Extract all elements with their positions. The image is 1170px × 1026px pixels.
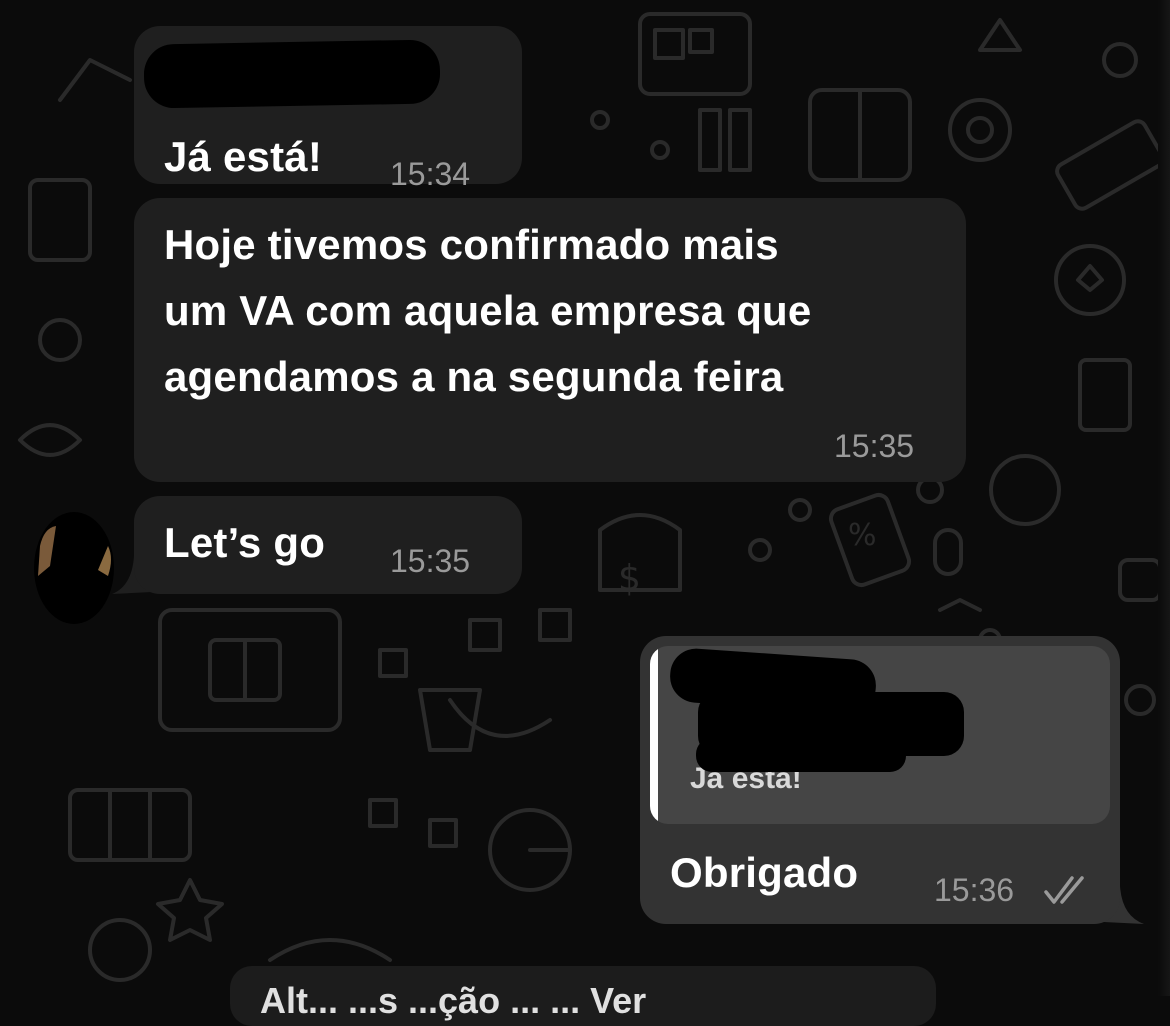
message-bubble-outgoing[interactable]: Já está! Obrigado 15:36	[640, 636, 1120, 924]
system-banner[interactable]: Alt... ...s ...ção ... ... Ver	[230, 966, 936, 1026]
message-line: Hoje tivemos confirmado mais	[164, 221, 779, 268]
redacted-quote-sender	[696, 738, 906, 772]
avatar[interactable]	[18, 506, 114, 624]
message-text: Let’s go	[164, 519, 326, 566]
message-text: Hoje tivemos confirmado mais um VA com a…	[164, 212, 944, 410]
message-text: Obrigado	[670, 849, 859, 896]
double-check-icon	[1044, 876, 1084, 904]
message-timestamp: 15:35	[390, 543, 471, 579]
quote-bar	[650, 646, 658, 824]
svg-text:$: $	[618, 558, 641, 599]
system-banner-text: Alt... ...s ...ção ... ... Ver	[260, 980, 647, 1021]
message-text: Já está!	[164, 133, 323, 180]
message-bubble-incoming[interactable]: Hoje tivemos confirmado mais um VA com a…	[134, 198, 966, 482]
message-line: agendamos a na segunda feira	[164, 353, 784, 400]
message-timestamp: 15:36	[934, 872, 1015, 908]
svg-text:%: %	[848, 518, 877, 553]
message-bubble-incoming[interactable]: Let’s go 15:35	[134, 496, 522, 594]
quoted-reply[interactable]: Já está!	[650, 646, 1110, 824]
message-timestamp: 15:34	[390, 156, 471, 192]
redacted-sender-name	[143, 39, 441, 109]
scroll-edge	[1158, 0, 1170, 996]
message-timestamp: 15:35	[834, 428, 915, 464]
message-line: um VA com aquela empresa que	[164, 287, 812, 334]
message-bubble-incoming[interactable]: Já está! 15:34	[134, 26, 522, 192]
